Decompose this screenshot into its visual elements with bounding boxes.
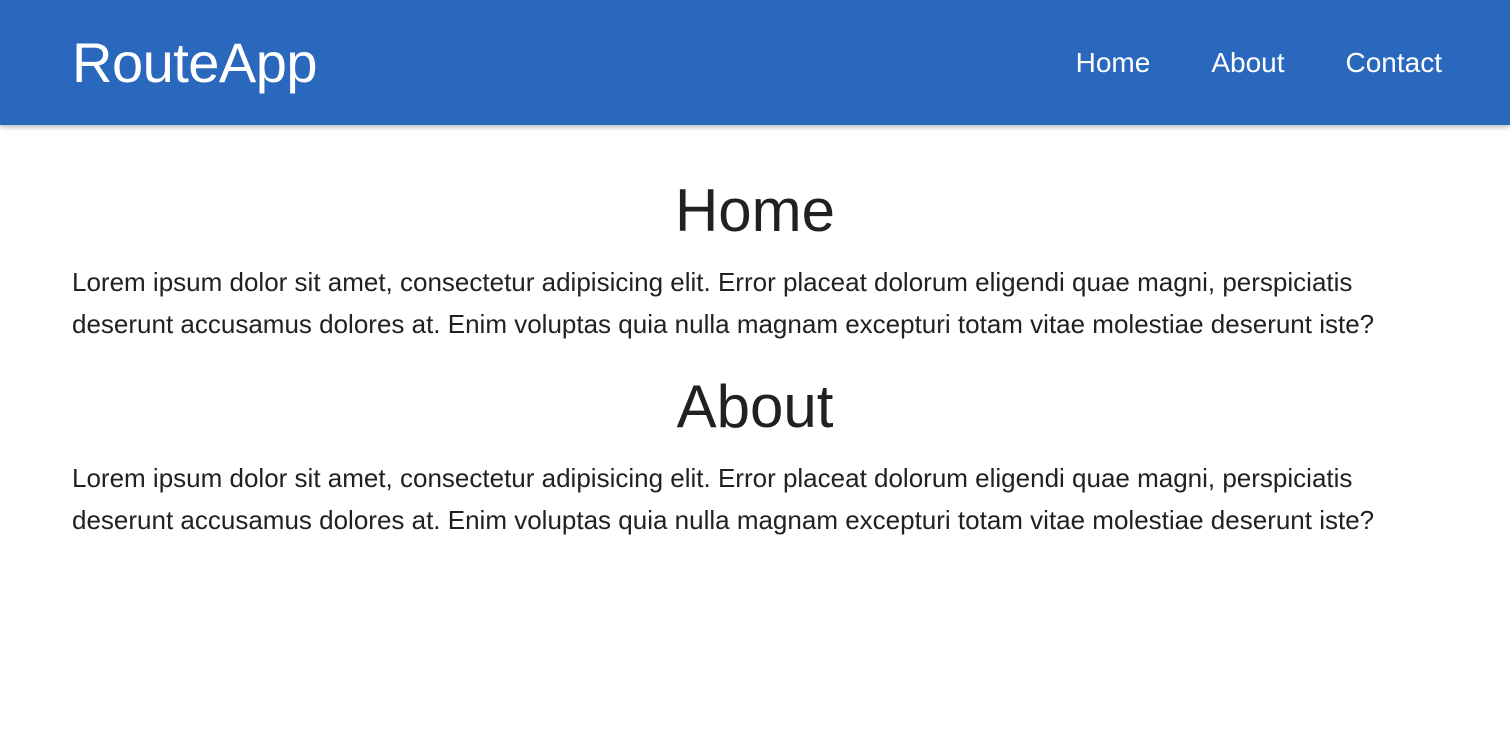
about-section: About Lorem ipsum dolor sit amet, consec… — [72, 371, 1438, 541]
brand-logo-link[interactable]: RouteApp — [72, 34, 318, 91]
home-section-title: Home — [674, 177, 836, 244]
about-section-title: About — [676, 373, 834, 440]
nav-link-contact[interactable]: Contact — [1346, 48, 1443, 77]
home-section: Home Lorem ipsum dolor sit amet, consect… — [72, 175, 1438, 345]
about-section-text: Lorem ipsum dolor sit amet, consectetur … — [72, 463, 1375, 535]
top-navbar: RouteApp Home About Contact — [0, 0, 1510, 125]
home-section-text: Lorem ipsum dolor sit amet, consectetur … — [72, 267, 1375, 339]
nav-link-about[interactable]: About — [1211, 48, 1284, 77]
nav-links: Home About Contact — [1076, 48, 1443, 77]
main-content: Home Lorem ipsum dolor sit amet, consect… — [0, 125, 1510, 541]
nav-link-home[interactable]: Home — [1076, 48, 1151, 77]
